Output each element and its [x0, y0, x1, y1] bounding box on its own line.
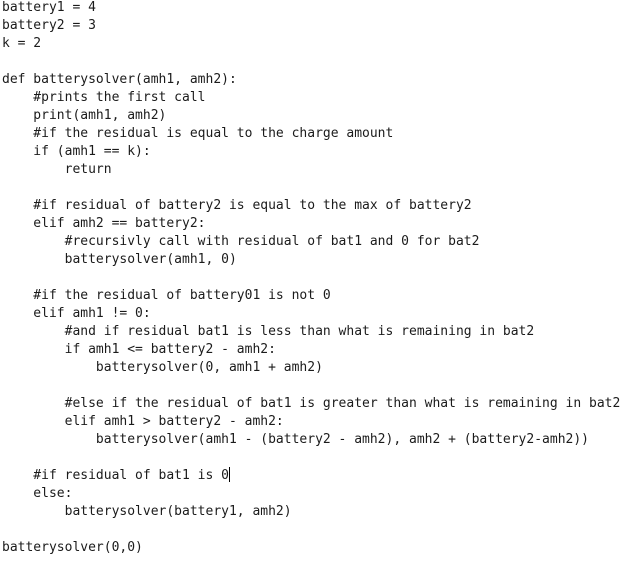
- code-line-text: print(amh1, amh2): [2, 108, 167, 123]
- text-caret: [228, 467, 230, 482]
- code-line[interactable]: #if the residual of battery01 is not 0: [2, 287, 620, 305]
- code-line[interactable]: [2, 377, 620, 395]
- code-line[interactable]: batterysolver(amh1 - (battery2 - amh2), …: [2, 431, 620, 449]
- code-line-text: batterysolver(0,0): [2, 540, 143, 555]
- code-line[interactable]: #prints the first call: [2, 89, 620, 107]
- code-line[interactable]: batterysolver(amh1, 0): [2, 251, 620, 269]
- code-editor[interactable]: battery1 = 4 battery2 = 3 k = 2 def battery…: [0, 0, 644, 569]
- code-line[interactable]: #and if residual bat1 is less than what …: [2, 323, 620, 341]
- code-line[interactable]: elif amh2 == battery2:: [2, 215, 620, 233]
- code-line[interactable]: #else if the residual of bat1 is greater…: [2, 395, 621, 413]
- code-line-text: #recursivly call with residual of bat1 a…: [2, 234, 480, 249]
- code-line[interactable]: #if residual of battery2 is equal to the…: [2, 197, 620, 215]
- code-line-text: #if the residual is equal to the charge …: [2, 126, 394, 141]
- code-line[interactable]: [2, 521, 620, 539]
- code-line[interactable]: [2, 179, 620, 197]
- code-line-text: #if residual of bat1 is 0: [2, 468, 229, 483]
- code-line-text: battery2 = 3: [2, 18, 96, 33]
- code-line-text: k = 2: [2, 36, 42, 51]
- code-line[interactable]: battery2 = 3: [2, 17, 620, 35]
- code-line[interactable]: #if residual of bat1 is 0: [2, 467, 620, 485]
- code-line-text: elif amh2 == battery2:: [2, 216, 206, 231]
- code-line[interactable]: elif amh1 > battery2 - amh2:: [2, 413, 620, 431]
- code-line[interactable]: print(amh1, amh2): [2, 107, 620, 125]
- code-line-text: batterysolver(0, amh1 + amh2): [2, 360, 323, 375]
- code-line-text: batterysolver(battery1, amh2): [2, 504, 292, 519]
- code-line[interactable]: elif amh1 != 0:: [2, 305, 620, 323]
- code-line-text: elif amh1 > battery2 - amh2:: [2, 414, 284, 429]
- code-line-text: elif amh1 != 0:: [2, 306, 151, 321]
- code-lines: battery1 = 4 battery2 = 3 k = 2 def battery…: [2, 0, 620, 557]
- code-line-text: else:: [2, 486, 73, 501]
- code-line[interactable]: batterysolver(0, amh1 + amh2): [2, 359, 620, 377]
- code-line-text: #if the residual of battery01 is not 0: [2, 288, 331, 303]
- code-line-text: def batterysolver(amh1, amh2):: [2, 72, 237, 87]
- code-line-text: batterysolver(amh1, 0): [2, 252, 237, 267]
- code-line[interactable]: #if the residual is equal to the charge …: [2, 125, 620, 143]
- code-line-text: if (amh1 == k):: [2, 144, 151, 159]
- code-line[interactable]: [2, 269, 620, 287]
- code-line[interactable]: [2, 53, 620, 71]
- code-line-text: #else if the residual of bat1 is greater…: [2, 396, 621, 411]
- code-line-text: return: [2, 162, 112, 177]
- code-line[interactable]: if (amh1 == k):: [2, 143, 620, 161]
- code-line-text: #and if residual bat1 is less than what …: [2, 324, 535, 339]
- code-line[interactable]: if amh1 <= battery2 - amh2:: [2, 341, 620, 359]
- code-line[interactable]: def batterysolver(amh1, amh2):: [2, 71, 620, 89]
- code-line-text: #prints the first call: [2, 90, 206, 105]
- code-line[interactable]: batterysolver(battery1, amh2): [2, 503, 620, 521]
- code-line[interactable]: return: [2, 161, 620, 179]
- code-line-text: batterysolver(amh1 - (battery2 - amh2), …: [2, 432, 589, 447]
- code-line-text: battery1 = 4: [2, 0, 96, 15]
- code-line-text: if amh1 <= battery2 - amh2:: [2, 342, 276, 357]
- code-line[interactable]: else:: [2, 485, 620, 503]
- code-line[interactable]: battery1 = 4: [2, 0, 620, 17]
- code-line-text: #if residual of battery2 is equal to the…: [2, 198, 472, 213]
- code-line[interactable]: #recursivly call with residual of bat1 a…: [2, 233, 620, 251]
- code-line[interactable]: [2, 449, 620, 467]
- code-line[interactable]: batterysolver(0,0): [2, 539, 620, 557]
- code-line[interactable]: k = 2: [2, 35, 620, 53]
